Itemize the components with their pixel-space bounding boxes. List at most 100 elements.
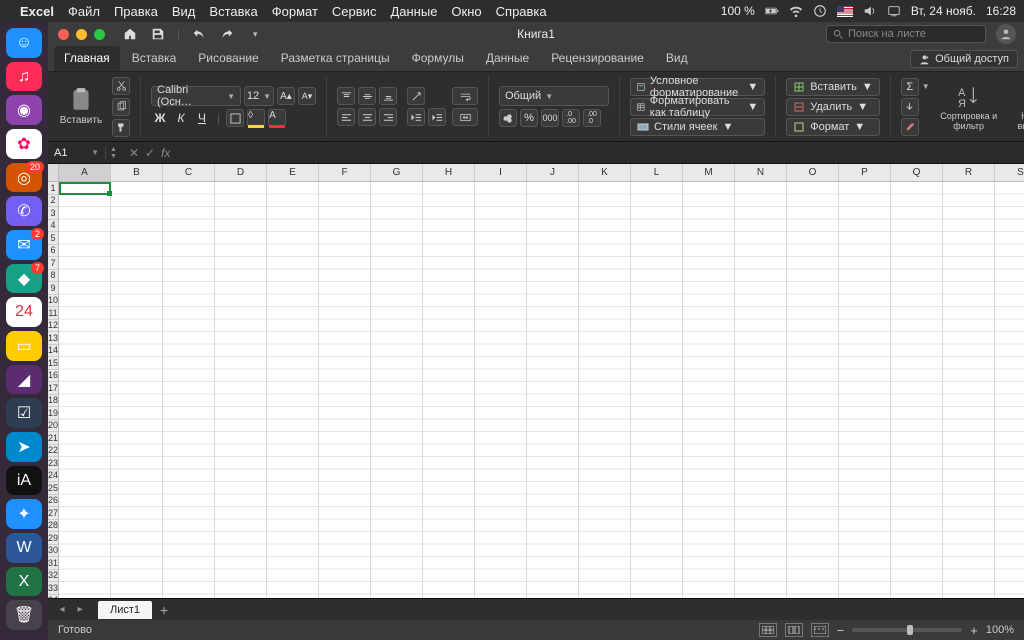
formula-input[interactable]: [178, 142, 1024, 163]
qat-customize-icon[interactable]: ▾: [246, 25, 264, 43]
save-icon[interactable]: [149, 25, 167, 43]
row-header[interactable]: 26: [48, 495, 58, 508]
cells-area[interactable]: [59, 182, 1024, 598]
align-left-icon[interactable]: [337, 108, 355, 126]
decrease-decimal-icon[interactable]: .00.0: [583, 109, 601, 127]
delete-cells-button[interactable]: Удалить▼: [786, 98, 880, 116]
ribbon-tab[interactable]: Вид: [656, 46, 698, 71]
row-header[interactable]: 19: [48, 407, 58, 420]
row-header[interactable]: 15: [48, 357, 58, 370]
accept-formula-icon[interactable]: ✓: [145, 146, 155, 160]
decrease-indent-icon[interactable]: [407, 108, 425, 126]
row-header[interactable]: 14: [48, 345, 58, 358]
menubar-item[interactable]: Справка: [496, 4, 547, 19]
undo-icon[interactable]: [190, 25, 208, 43]
autosum-icon[interactable]: Σ: [901, 78, 919, 96]
row-header[interactable]: 16: [48, 370, 58, 383]
column-header[interactable]: Q: [891, 164, 943, 181]
add-sheet-button[interactable]: +: [152, 602, 176, 618]
select-all-corner[interactable]: [48, 164, 58, 182]
share-button[interactable]: Общий доступ: [910, 50, 1018, 68]
fx-icon[interactable]: fx: [161, 146, 170, 160]
column-header[interactable]: M: [683, 164, 735, 181]
dock-app-excel[interactable]: X: [6, 567, 42, 597]
row-header[interactable]: 8: [48, 270, 58, 283]
dock-app-word[interactable]: W: [6, 533, 42, 563]
conditional-formatting-button[interactable]: Условное форматирование▼: [630, 78, 765, 96]
font-size-combo[interactable]: 12▼: [244, 86, 274, 106]
column-header[interactable]: G: [371, 164, 423, 181]
column-headers[interactable]: ABCDEFGHIJKLMNOPQRS: [59, 164, 1024, 182]
row-header[interactable]: 3: [48, 207, 58, 220]
column-header[interactable]: R: [943, 164, 995, 181]
close-window-button[interactable]: [58, 29, 69, 40]
align-center-icon[interactable]: [358, 108, 376, 126]
menubar-time[interactable]: 16:28: [986, 4, 1016, 18]
menubar-item[interactable]: Правка: [114, 4, 158, 19]
spotlight-icon[interactable]: [887, 4, 901, 18]
row-header[interactable]: 30: [48, 545, 58, 558]
menubar-item[interactable]: Вставка: [209, 4, 257, 19]
cut-icon[interactable]: [112, 77, 130, 95]
column-header[interactable]: N: [735, 164, 787, 181]
home-icon[interactable]: [121, 25, 139, 43]
column-header[interactable]: O: [787, 164, 839, 181]
row-header[interactable]: 22: [48, 445, 58, 458]
row-header[interactable]: 5: [48, 232, 58, 245]
ribbon-tab[interactable]: Рецензирование: [541, 46, 654, 71]
sort-filter-button[interactable]: AЯ Сортировка и фильтр: [936, 83, 1002, 131]
search-sheet-input[interactable]: Поиск на листе: [826, 25, 986, 43]
volume-icon[interactable]: [863, 4, 877, 18]
view-normal-icon[interactable]: [759, 623, 777, 637]
dock-app-music[interactable]: ♫: [6, 62, 42, 92]
row-header[interactable]: 21: [48, 432, 58, 445]
format-cells-button[interactable]: Формат▼: [786, 118, 880, 136]
copy-icon[interactable]: [112, 98, 130, 116]
minimize-window-button[interactable]: [76, 29, 87, 40]
cell-styles-button[interactable]: Стили ячеек▼: [630, 118, 765, 136]
row-header[interactable]: 2: [48, 195, 58, 208]
row-header[interactable]: 32: [48, 570, 58, 583]
view-page-layout-icon[interactable]: [785, 623, 803, 637]
redo-icon[interactable]: [218, 25, 236, 43]
dock-app-photos[interactable]: ✿: [6, 129, 42, 159]
number-format-combo[interactable]: Общий▼: [499, 86, 609, 106]
percent-icon[interactable]: %: [520, 109, 538, 127]
fill-color-button[interactable]: ◊: [247, 109, 265, 127]
zoom-slider[interactable]: [852, 628, 962, 632]
align-bottom-icon[interactable]: [379, 87, 397, 105]
row-header[interactable]: 11: [48, 307, 58, 320]
row-header[interactable]: 23: [48, 457, 58, 470]
increase-indent-icon[interactable]: [428, 108, 446, 126]
border-button[interactable]: [226, 109, 244, 127]
dock-app-app-red[interactable]: ◎20: [6, 163, 42, 193]
sheet-nav-first-icon[interactable]: ◂: [54, 602, 70, 618]
ribbon-tab[interactable]: Данные: [476, 46, 539, 71]
zoom-out-button[interactable]: −: [837, 623, 845, 638]
ribbon-tab[interactable]: Вставка: [122, 46, 187, 71]
font-family-combo[interactable]: Calibri (Осн…▼: [151, 86, 241, 106]
dock-app-calendar[interactable]: 24: [6, 297, 42, 327]
dock-app-viber[interactable]: ✆: [6, 196, 42, 226]
dock-app-notes[interactable]: ▭: [6, 331, 42, 361]
account-avatar[interactable]: [996, 24, 1016, 44]
dock-app-todo[interactable]: ☑: [6, 398, 42, 428]
row-header[interactable]: 9: [48, 282, 58, 295]
row-header[interactable]: 20: [48, 420, 58, 433]
menubar-item[interactable]: Данные: [390, 4, 437, 19]
column-header[interactable]: E: [267, 164, 319, 181]
increase-decimal-icon[interactable]: .0.00: [562, 109, 580, 127]
clear-icon[interactable]: [901, 118, 919, 136]
zoom-window-button[interactable]: [94, 29, 105, 40]
fill-down-icon[interactable]: [901, 98, 919, 116]
row-header[interactable]: 31: [48, 557, 58, 570]
orientation-icon[interactable]: [407, 87, 425, 105]
control-center-icon[interactable]: [813, 4, 827, 18]
sheet-nav-next-icon[interactable]: ▸: [72, 602, 88, 618]
menubar-date[interactable]: Вт, 24 нояб.: [911, 4, 976, 18]
menubar-item[interactable]: Окно: [451, 4, 481, 19]
paste-button[interactable]: Вставить: [56, 87, 106, 126]
insert-cells-button[interactable]: Вставить▼: [786, 78, 880, 96]
find-select-button[interactable]: Найти и выделить: [1008, 83, 1024, 131]
row-header[interactable]: 29: [48, 532, 58, 545]
